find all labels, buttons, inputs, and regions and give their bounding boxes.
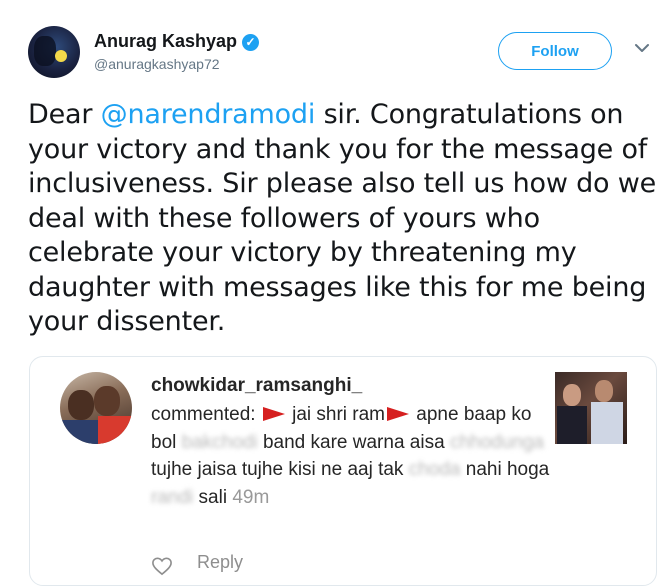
comment-seg7: sali [193, 486, 233, 508]
post-thumbnail [555, 372, 627, 444]
comment-seg5: tujhe jaisa tujhe kisi ne aaj tak [151, 459, 409, 480]
blurred-word: choda [408, 459, 461, 480]
red-flag-icon [387, 407, 410, 421]
author-avatar[interactable] [28, 26, 80, 78]
embedded-screenshot[interactable]: chowkidar_ramsanghi_ commented: jai shri… [29, 356, 657, 586]
mention-link[interactable]: @narendramodi [101, 99, 316, 130]
heart-icon[interactable] [151, 556, 173, 576]
follow-button[interactable]: Follow [498, 32, 612, 70]
comment-body: commented: jai shri ram apne baap ko bol… [151, 401, 551, 511]
commenter-avatar [60, 372, 132, 444]
blurred-word: randi [151, 486, 194, 508]
blurred-word: chhodunga [449, 431, 544, 453]
comment-seg2: jai shri ram [286, 404, 386, 425]
comment-time: 49m [232, 486, 270, 508]
commenter-username: chowkidar_ramsanghi_ [151, 375, 363, 396]
comment-seg4: band kare warna aisa [257, 431, 450, 453]
tweet-prefix: Dear [28, 99, 101, 130]
author-name[interactable]: Anurag Kashyap ✓ [94, 31, 260, 52]
verified-icon: ✓ [242, 34, 260, 51]
chevron-down-icon[interactable] [630, 36, 654, 60]
tweet-text: Dear @narendramodi sir. Congratulations … [28, 98, 658, 340]
blurred-word: bakchodi [181, 431, 258, 453]
comment-seg1: commented: [151, 404, 261, 425]
tweet-body: sir. Congratulations on your victory and… [28, 99, 657, 337]
author-name-text[interactable]: Anurag Kashyap [94, 31, 237, 51]
red-flag-icon [262, 407, 285, 421]
tweet-header: Anurag Kashyap ✓ @anuragkashyap72 Follow [28, 26, 649, 82]
comment-seg6: nahi hoga [460, 459, 550, 480]
author-handle[interactable]: @anuragkashyap72 [94, 56, 220, 72]
